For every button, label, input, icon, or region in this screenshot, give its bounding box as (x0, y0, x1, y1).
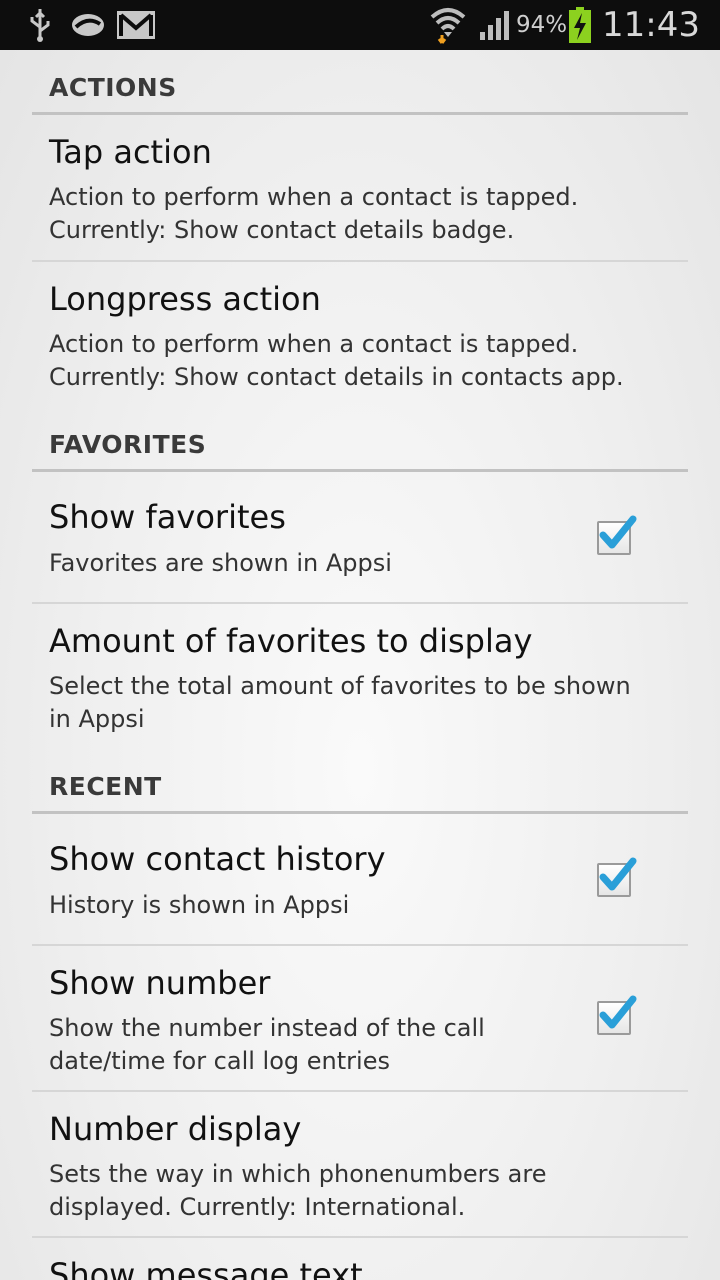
pref-show-message-text[interactable]: Show message text (32, 1238, 688, 1280)
pref-title: Show favorites (49, 498, 286, 536)
checkmark-icon (599, 857, 637, 891)
checkmark-icon (599, 515, 637, 549)
battery-percent: 94% (516, 12, 568, 38)
pref-summary: Favorites are shown in Appsi (49, 549, 392, 577)
wifi-icon (430, 0, 466, 50)
preferences-list[interactable]: ACTIONS Tap action Action to perform whe… (0, 50, 720, 1280)
battery-charging-icon (568, 0, 592, 50)
pref-amount-favorites[interactable]: Amount of favorites to display Select th… (32, 604, 688, 744)
pref-summary-line1: Show the number instead of the call (49, 1014, 485, 1042)
pref-summary-line2: displayed. Currently: International. (49, 1193, 466, 1221)
pref-title: Tap action (49, 133, 212, 171)
pref-summary-line2: Currently: Show contact details badge. (49, 216, 515, 244)
section-header-actions: ACTIONS (32, 50, 688, 115)
clock: 11:43 (602, 5, 700, 45)
signal-icon (478, 0, 514, 50)
show-contact-history-checkbox[interactable] (597, 857, 637, 897)
status-bar: 94% 11:43 (0, 0, 720, 50)
section-header-label: RECENT (49, 772, 162, 801)
pref-show-contact-history[interactable]: Show contact history History is shown in… (32, 814, 688, 946)
pref-tap-action[interactable]: Tap action Action to perform when a cont… (32, 115, 688, 262)
pref-title: Number display (49, 1110, 302, 1148)
section-header-label: ACTIONS (49, 73, 177, 102)
voicemail-icon (70, 0, 106, 50)
pref-title: Amount of favorites to display (49, 622, 533, 660)
pref-number-display[interactable]: Number display Sets the way in which pho… (32, 1092, 688, 1238)
pref-summary-line1: Action to perform when a contact is tapp… (49, 330, 579, 358)
pref-title: Show message text (49, 1256, 363, 1280)
show-number-checkbox[interactable] (597, 995, 637, 1035)
section-header-label: FAVORITES (49, 430, 207, 459)
section-header-favorites: FAVORITES (32, 402, 688, 472)
pref-summary-line2: Currently: Show contact details in conta… (49, 363, 624, 391)
gmail-icon (116, 0, 156, 50)
pref-summary-line1: Select the total amount of favorites to … (49, 672, 631, 700)
pref-title: Show contact history (49, 840, 386, 878)
pref-title: Longpress action (49, 280, 321, 318)
checkmark-icon (599, 995, 637, 1029)
pref-summary-line1: Sets the way in which phonenumbers are (49, 1160, 547, 1188)
usb-icon (26, 0, 54, 50)
pref-show-favorites[interactable]: Show favorites Favorites are shown in Ap… (32, 472, 688, 604)
section-header-recent: RECENT (32, 744, 688, 814)
pref-summary-line2: date/time for call log entries (49, 1047, 390, 1075)
show-favorites-checkbox[interactable] (597, 515, 637, 555)
pref-longpress-action[interactable]: Longpress action Action to perform when … (32, 262, 688, 402)
pref-show-number[interactable]: Show number Show the number instead of t… (32, 946, 688, 1092)
pref-summary: History is shown in Appsi (49, 891, 350, 919)
pref-summary-line2: in Appsi (49, 705, 145, 733)
pref-summary-line1: Action to perform when a contact is tapp… (49, 183, 579, 211)
pref-title: Show number (49, 964, 271, 1002)
